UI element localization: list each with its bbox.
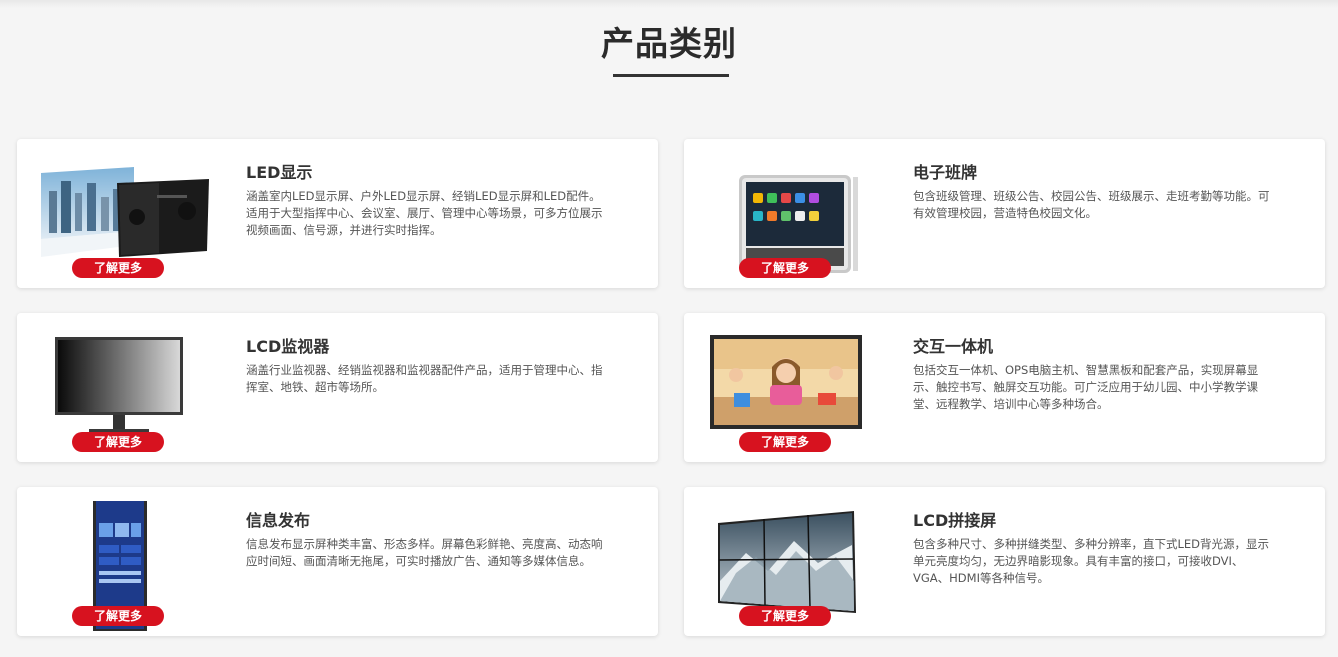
card-description: 涵盖室内LED显示屏、户外LED显示屏、经销LED显示屏和LED配件。适用于大型… xyxy=(246,189,603,237)
card-title[interactable]: 电子班牌 xyxy=(913,159,977,183)
category-card-class-board[interactable]: 了解更多 电子班牌 包含班级管理、班级公告、校园公告、班级展示、走班考勤等功能。… xyxy=(684,139,1325,288)
card-title[interactable]: LED显示 xyxy=(246,159,312,183)
learn-more-button[interactable]: 了解更多 xyxy=(72,432,164,452)
card-description: 包括交互一体机、OPS电脑主机、智慧黑板和配套产品，实现屏幕显示、触控书写、触屏… xyxy=(913,363,1259,411)
category-card-interactive-display[interactable]: 了解更多 交互一体机 包括交互一体机、OPS电脑主机、智慧黑板和配套产品，实现屏… xyxy=(684,313,1325,462)
learn-more-button[interactable]: 了解更多 xyxy=(739,432,831,452)
card-title[interactable]: 信息发布 xyxy=(246,507,310,531)
learn-more-button[interactable]: 了解更多 xyxy=(72,258,164,278)
card-title[interactable]: 交互一体机 xyxy=(913,333,993,357)
title-underline xyxy=(613,74,729,77)
category-card-video-wall[interactable]: 了解更多 LCD拼接屏 包含多种尺寸、多种拼缝类型、多种分辨率，直下式LED背光… xyxy=(684,487,1325,636)
top-shade xyxy=(0,0,1338,8)
card-title[interactable]: LCD监视器 xyxy=(246,333,329,357)
card-description: 包含班级管理、班级公告、校园公告、班级展示、走班考勤等功能。可有效管理校园，营造… xyxy=(913,189,1270,220)
card-description: 包含多种尺寸、多种拼缝类型、多种分辨率，直下式LED背光源，显示单元亮度均匀，无… xyxy=(913,537,1270,585)
page-title: 产品类别 xyxy=(601,24,737,63)
category-card-digital-signage[interactable]: 了解更多 信息发布 信息发布显示屏种类丰富、形态多样。屏幕色彩鲜艳、亮度高、动态… xyxy=(17,487,658,636)
learn-more-button[interactable]: 了解更多 xyxy=(72,606,164,626)
card-title[interactable]: LCD拼接屏 xyxy=(913,507,996,531)
category-card-led-display[interactable]: 了解更多 LED显示 涵盖室内LED显示屏、户外LED显示屏、经销LED显示屏和… xyxy=(17,139,658,288)
card-description: 信息发布显示屏种类丰富、形态多样。屏幕色彩鲜艳、亮度高、动态响应时间短、画面清晰… xyxy=(246,537,603,568)
category-card-lcd-monitor[interactable]: 了解更多 LCD监视器 涵盖行业监视器、经销监视器和监视器配件产品，适用于管理中… xyxy=(17,313,658,462)
learn-more-button[interactable]: 了解更多 xyxy=(739,258,831,278)
learn-more-button[interactable]: 了解更多 xyxy=(739,606,831,626)
card-description: 涵盖行业监视器、经销监视器和监视器配件产品，适用于管理中心、指挥室、地铁、超市等… xyxy=(246,363,603,394)
